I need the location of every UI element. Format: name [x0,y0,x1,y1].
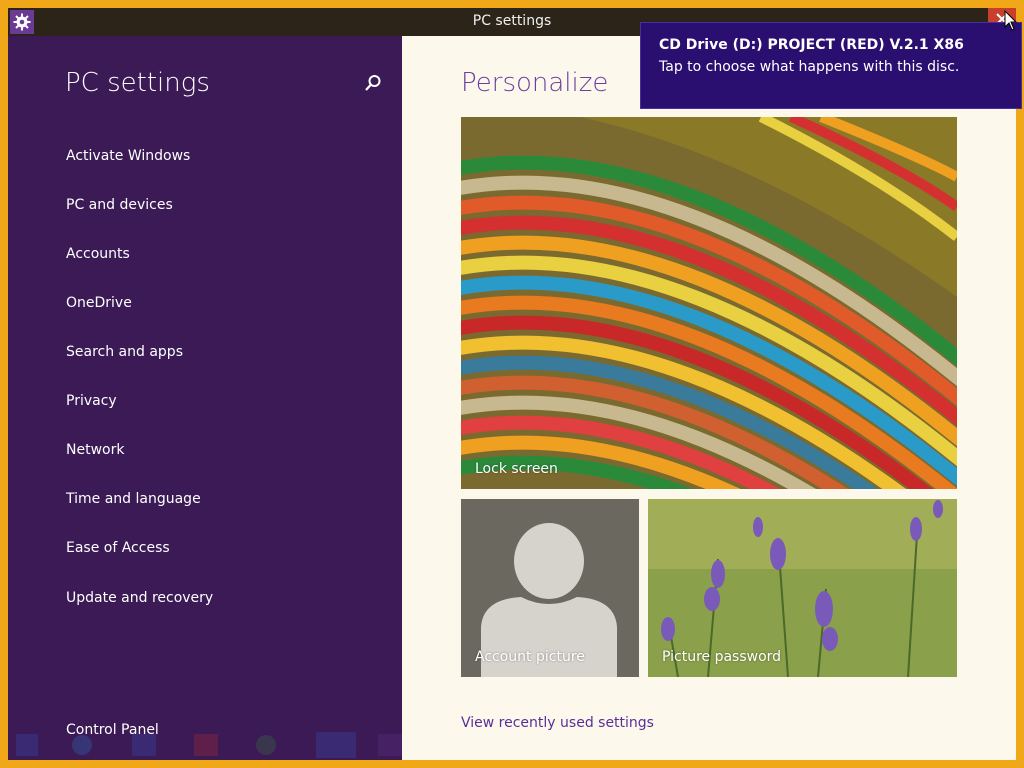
account-picture-label: Account picture [475,649,585,665]
sidebar-title: PC settings [65,68,210,98]
taskbar-icons [16,732,402,758]
sidebar-item-ease-of-access[interactable]: Ease of Access [66,540,170,556]
notification-title: CD Drive (D:) PROJECT (RED) V.2.1 X86 [659,37,964,53]
page-title: Personalize [461,68,609,98]
pc-settings-window: PC settings PC settings Activate Windows… [8,8,1016,760]
sidebar: PC settings Activate Windows PC and devi… [8,36,402,760]
account-picture-tile[interactable]: Account picture [461,499,639,677]
sidebar-item-network[interactable]: Network [66,442,124,458]
sidebar-item-pc-and-devices[interactable]: PC and devices [66,197,173,213]
search-button[interactable] [364,74,382,96]
sidebar-item-privacy[interactable]: Privacy [66,393,117,409]
search-icon [365,75,381,91]
sidebar-item-onedrive[interactable]: OneDrive [66,295,132,311]
picture-password-label: Picture password [662,649,782,665]
mouse-cursor-icon [1004,10,1018,31]
notification-body: Tap to choose what happens with this dis… [659,59,960,75]
main-content: Personalize Lock screen Account picture … [402,36,1016,760]
sidebar-item-activate-windows[interactable]: Activate Windows [66,148,190,164]
lock-screen-label: Lock screen [475,461,558,477]
lock-screen-image [461,117,957,489]
sidebar-item-accounts[interactable]: Accounts [66,246,130,262]
sidebar-item-time-and-language[interactable]: Time and language [66,491,201,507]
taskbar [8,728,1016,760]
picture-password-tile[interactable]: Picture password [648,499,957,677]
lock-screen-tile[interactable]: Lock screen [461,117,957,489]
sidebar-item-search-and-apps[interactable]: Search and apps [66,344,183,360]
autoplay-notification[interactable]: CD Drive (D:) PROJECT (RED) V.2.1 X86 Ta… [640,22,1022,109]
sidebar-item-update-and-recovery[interactable]: Update and recovery [66,590,213,606]
